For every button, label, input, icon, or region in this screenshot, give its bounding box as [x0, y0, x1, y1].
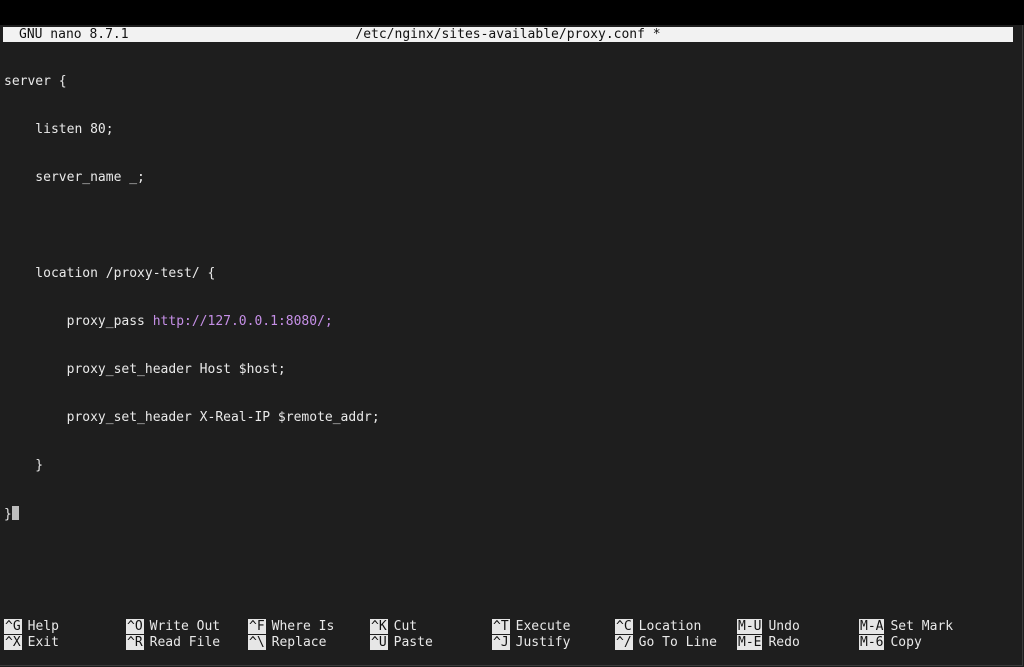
shortcut-label: Write Out	[149, 619, 221, 634]
code-line-last[interactable]: }	[4, 506, 1014, 522]
shortcut-label: Read File	[149, 635, 221, 650]
shortcut-key: ^X	[4, 635, 22, 650]
code-text: }	[4, 507, 12, 522]
shortcut-key: ^O	[126, 619, 144, 634]
shortcut-justify[interactable]: ^J Justify	[492, 635, 570, 651]
terminal-window[interactable]: GNU nano 8.7.1 /etc/nginx/sites-availabl…	[0, 25, 1023, 666]
shortcut-where-is[interactable]: ^F Where Is	[248, 619, 334, 635]
shortcut-label: Cut	[393, 619, 418, 634]
code-line[interactable]: listen 80;	[4, 122, 1014, 138]
shortcut-key: M-A	[859, 619, 885, 634]
shortcut-undo[interactable]: M-U Undo	[737, 619, 800, 635]
code-line[interactable]: proxy_set_header X-Real-IP $remote_addr;	[4, 410, 1014, 426]
shortcut-redo[interactable]: M-E Redo	[737, 635, 800, 651]
file-path: /etc/nginx/sites-available/proxy.conf *	[355, 27, 661, 42]
shortcut-key: M-U	[737, 619, 763, 634]
shortcut-label: Undo	[768, 619, 800, 634]
shortcut-key: M-E	[737, 635, 763, 650]
shortcut-read-file[interactable]: ^R Read File	[126, 635, 220, 651]
shortcut-bar: ^G Help ^O Write Out ^F Where Is ^K Cut ^T Ex…	[4, 619, 1014, 653]
shortcut-copy[interactable]: M-6 Copy	[859, 635, 922, 651]
code-line[interactable]	[4, 218, 1014, 234]
code-text: proxy_pass	[4, 314, 153, 329]
code-line[interactable]: }	[4, 458, 1014, 474]
shortcut-key: ^/	[615, 635, 633, 650]
shortcut-location[interactable]: ^C Location	[615, 619, 701, 635]
shortcut-execute[interactable]: ^T Execute	[492, 619, 570, 635]
shortcut-label: Set Mark	[890, 619, 954, 634]
editor-buffer[interactable]: server { listen 80; server_name _; locat…	[4, 42, 1014, 554]
shortcut-key: ^R	[126, 635, 144, 650]
shortcut-replace[interactable]: ^\ Replace	[248, 635, 326, 651]
shortcut-help[interactable]: ^G Help	[4, 619, 59, 635]
shortcut-key: ^K	[370, 619, 388, 634]
shortcut-go-to-line[interactable]: ^/ Go To Line	[615, 635, 717, 651]
shortcut-label: Redo	[768, 635, 800, 650]
shortcut-label: Where Is	[271, 619, 335, 634]
shortcut-label: Exit	[27, 635, 59, 650]
text-cursor	[11, 506, 19, 520]
shortcut-key: ^U	[370, 635, 388, 650]
shortcut-write-out[interactable]: ^O Write Out	[126, 619, 220, 635]
nano-title-bar: GNU nano 8.7.1 /etc/nginx/sites-availabl…	[3, 27, 1013, 42]
shortcut-cut[interactable]: ^K Cut	[370, 619, 417, 635]
shortcut-key: ^J	[492, 635, 510, 650]
shortcut-label: Justify	[515, 635, 571, 650]
shortcut-label: Replace	[271, 635, 327, 650]
shortcut-label: Help	[27, 619, 59, 634]
shortcut-set-mark[interactable]: M-A Set Mark	[859, 619, 953, 635]
code-line[interactable]: server_name _;	[4, 170, 1014, 186]
shortcut-key: M-6	[859, 635, 885, 650]
top-strip	[0, 0, 1024, 25]
shortcut-key: ^T	[492, 619, 510, 634]
shortcut-key: ^G	[4, 619, 22, 634]
code-line-proxy-pass[interactable]: proxy_pass http://127.0.0.1:8080/;	[4, 314, 1014, 330]
shortcut-label: Paste	[393, 635, 433, 650]
shortcut-exit[interactable]: ^X Exit	[4, 635, 59, 651]
shortcut-label: Copy	[890, 635, 922, 650]
shortcut-label: Execute	[515, 619, 571, 634]
proxy-url: http://127.0.0.1:8080/;	[152, 314, 333, 329]
shortcut-key: ^C	[615, 619, 633, 634]
code-line[interactable]: location /proxy-test/ {	[4, 266, 1014, 282]
code-line[interactable]: proxy_set_header Host $host;	[4, 362, 1014, 378]
shortcut-paste[interactable]: ^U Paste	[370, 635, 433, 651]
shortcut-label: Location	[638, 619, 702, 634]
code-line[interactable]: server {	[4, 74, 1014, 90]
shortcut-label: Go To Line	[638, 635, 717, 650]
shortcut-key: ^F	[248, 619, 266, 634]
shortcut-key: ^\	[248, 635, 266, 650]
